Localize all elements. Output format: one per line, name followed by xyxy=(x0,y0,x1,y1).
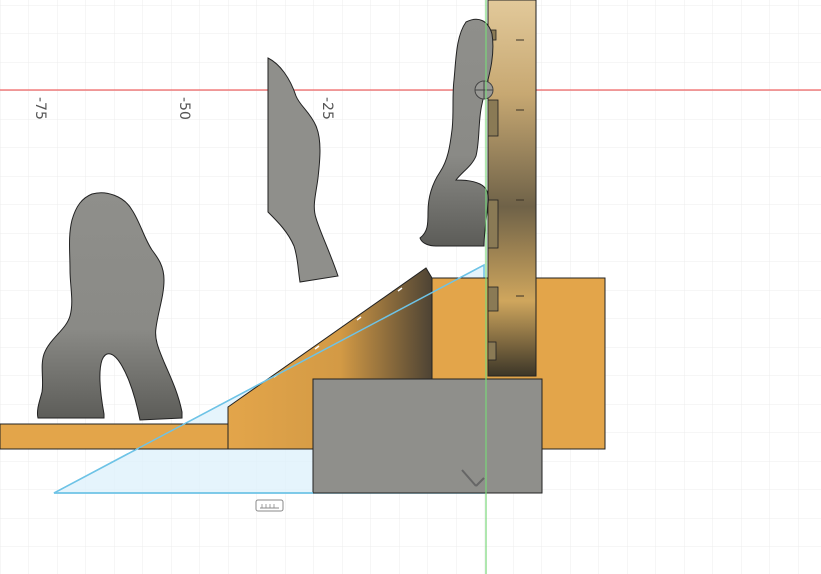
ruler-label-neg75: -75 xyxy=(32,97,48,120)
sketch-dimension-icon[interactable] xyxy=(255,499,284,512)
ruler-label-neg50: -50 xyxy=(176,97,192,120)
grey-block[interactable] xyxy=(312,378,543,494)
vertical-panel[interactable] xyxy=(487,0,537,377)
origin-marker-icon[interactable] xyxy=(474,80,494,100)
base-plank[interactable] xyxy=(0,423,231,450)
ruler-label-neg25: -25 xyxy=(319,97,335,120)
design-canvas[interactable]: -75 -50 -25 xyxy=(0,0,821,574)
